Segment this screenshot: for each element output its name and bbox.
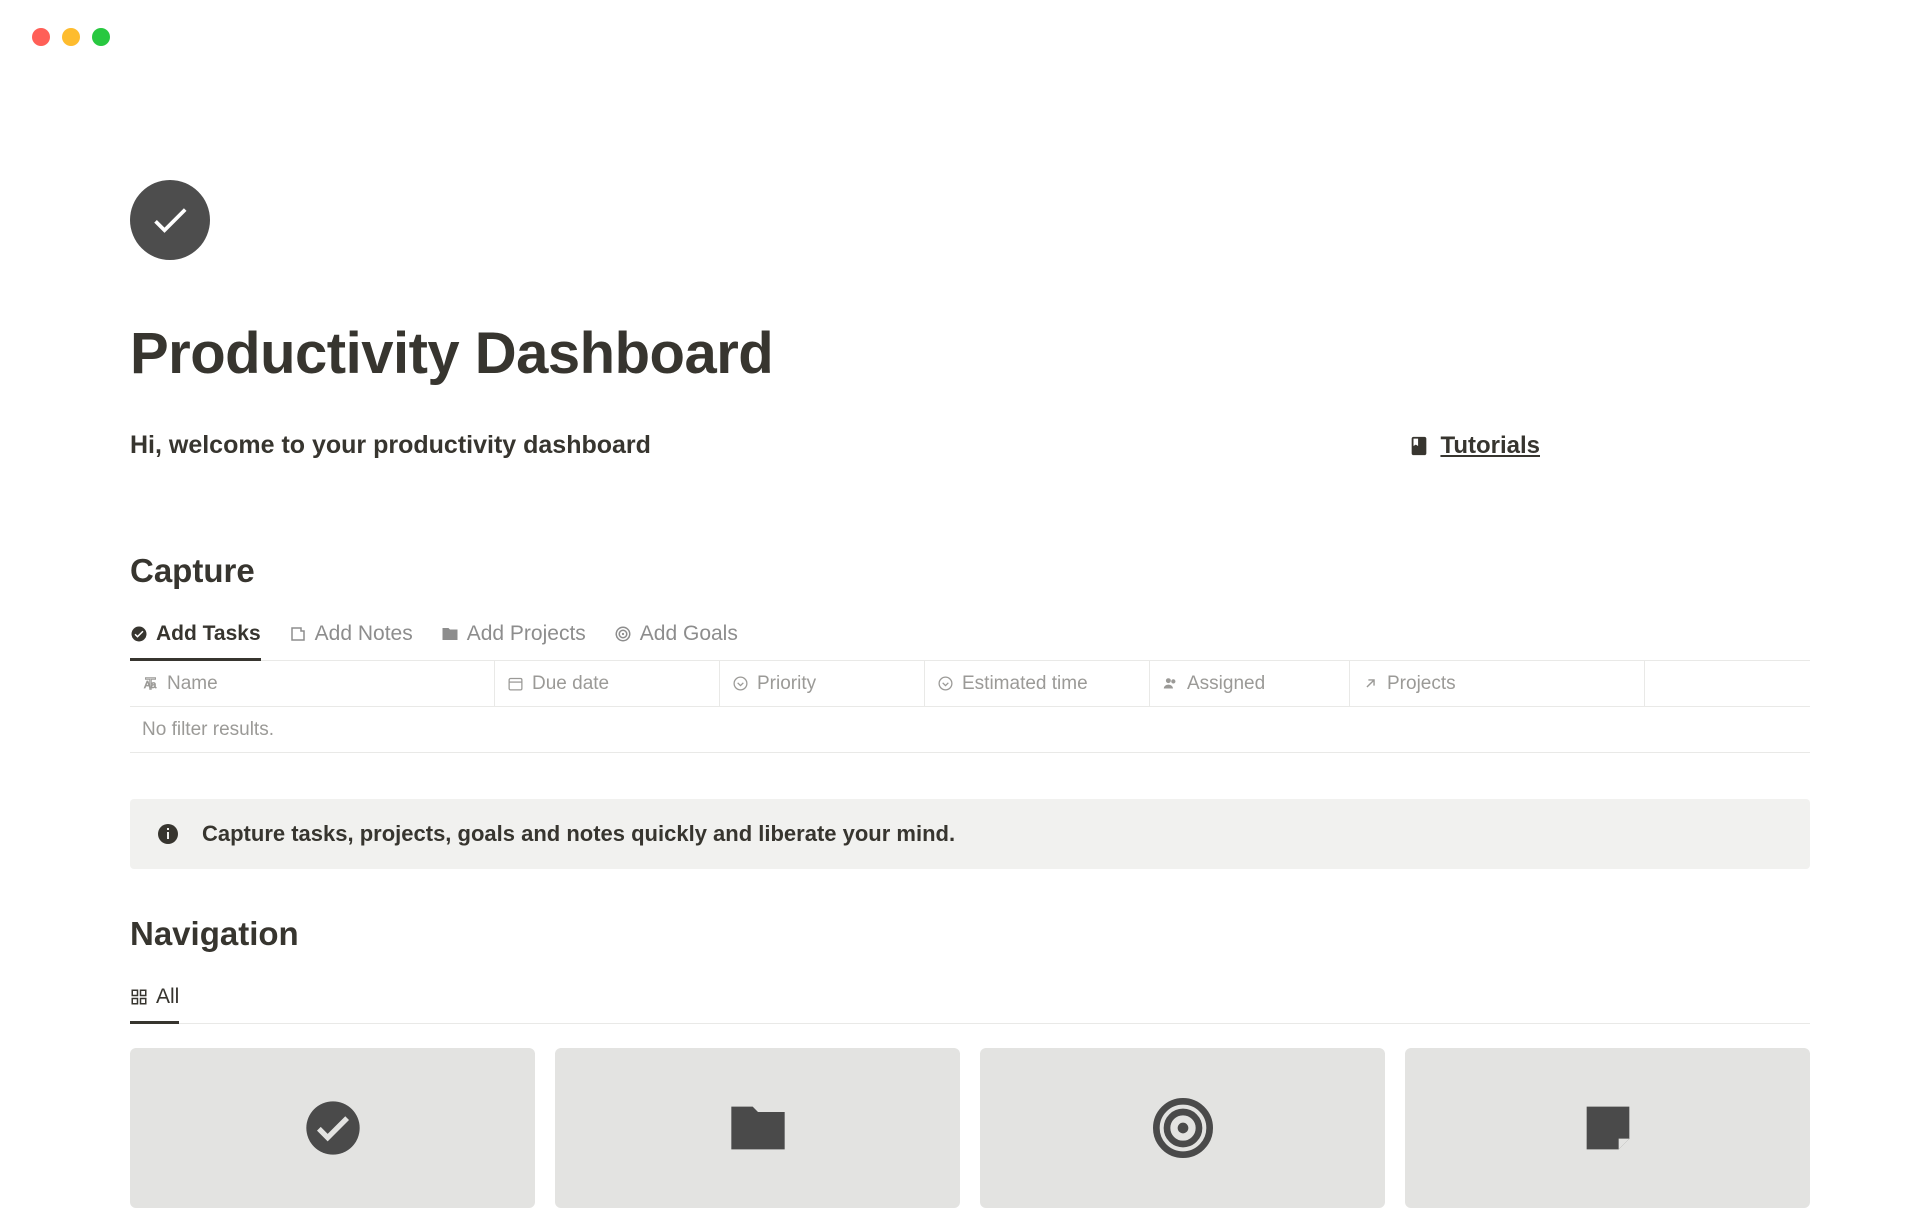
chevron-down-circle-icon	[732, 675, 749, 692]
calendar-icon	[507, 675, 524, 692]
page-title[interactable]: Productivity Dashboard	[130, 320, 1810, 387]
note-icon	[289, 625, 307, 643]
column-estimated-time[interactable]: Estimated time	[925, 661, 1150, 706]
maximize-window-button[interactable]	[92, 28, 110, 46]
check-circle-icon	[130, 625, 148, 643]
info-icon	[156, 822, 180, 846]
gallery-icon	[130, 988, 148, 1006]
window-controls	[32, 28, 110, 46]
column-spacer	[1645, 661, 1810, 706]
text-icon: Aa	[142, 675, 159, 692]
column-label: Assigned	[1187, 673, 1265, 695]
tab-label: Add Projects	[467, 622, 586, 646]
tab-add-tasks[interactable]: Add Tasks	[130, 614, 261, 661]
tab-add-projects[interactable]: Add Projects	[441, 614, 586, 661]
tutorials-link[interactable]: Tutorials	[1408, 432, 1540, 460]
column-assigned[interactable]: Assigned	[1150, 661, 1350, 706]
callout-text: Capture tasks, projects, goals and notes…	[202, 821, 955, 847]
column-label: Priority	[757, 673, 816, 695]
tab-add-goals[interactable]: Add Goals	[614, 614, 738, 661]
capture-tabs: Add Tasks Add Notes Add Projects Add Goa…	[130, 614, 1810, 661]
target-icon	[614, 625, 632, 643]
folder-icon	[726, 1096, 790, 1160]
nav-card-goals[interactable]	[980, 1048, 1385, 1208]
close-window-button[interactable]	[32, 28, 50, 46]
tab-label: Add Notes	[315, 622, 413, 646]
tab-label: Add Goals	[640, 622, 738, 646]
tab-add-notes[interactable]: Add Notes	[289, 614, 413, 661]
column-priority[interactable]: Priority	[720, 661, 925, 706]
column-projects[interactable]: Projects	[1350, 661, 1645, 706]
table-empty-message: No filter results.	[130, 707, 1810, 753]
table-header: Aa Name Due date Priority Estimated time…	[130, 661, 1810, 707]
column-label: Estimated time	[962, 673, 1088, 695]
navigation-heading: Navigation	[130, 915, 1810, 953]
welcome-text: Hi, welcome to your productivity dashboa…	[130, 431, 651, 460]
tab-label: All	[156, 985, 179, 1009]
tab-label: Add Tasks	[156, 622, 261, 646]
capture-callout: Capture tasks, projects, goals and notes…	[130, 799, 1810, 869]
nav-card-projects[interactable]	[555, 1048, 960, 1208]
people-icon	[1162, 675, 1179, 692]
column-label: Projects	[1387, 673, 1456, 695]
capture-heading: Capture	[130, 552, 1810, 590]
chevron-down-circle-icon	[937, 675, 954, 692]
column-name[interactable]: Aa Name	[130, 661, 495, 706]
book-icon	[1408, 435, 1430, 457]
column-due-date[interactable]: Due date	[495, 661, 720, 706]
nav-card-tasks[interactable]	[130, 1048, 535, 1208]
navigation-gallery	[130, 1048, 1810, 1208]
svg-text:Aa: Aa	[144, 680, 157, 691]
minimize-window-button[interactable]	[62, 28, 80, 46]
column-label: Due date	[532, 673, 609, 695]
page-icon[interactable]	[130, 180, 210, 260]
column-label: Name	[167, 673, 218, 695]
folder-icon	[441, 625, 459, 643]
check-circle-icon	[148, 198, 192, 242]
nav-card-notes[interactable]	[1405, 1048, 1810, 1208]
tab-all[interactable]: All	[130, 977, 179, 1024]
navigation-tabs: All	[130, 977, 1810, 1024]
target-icon	[1151, 1096, 1215, 1160]
check-circle-icon	[301, 1096, 365, 1160]
arrow-up-right-icon	[1362, 675, 1379, 692]
tutorials-label: Tutorials	[1440, 432, 1540, 460]
sticky-note-icon	[1576, 1096, 1640, 1160]
